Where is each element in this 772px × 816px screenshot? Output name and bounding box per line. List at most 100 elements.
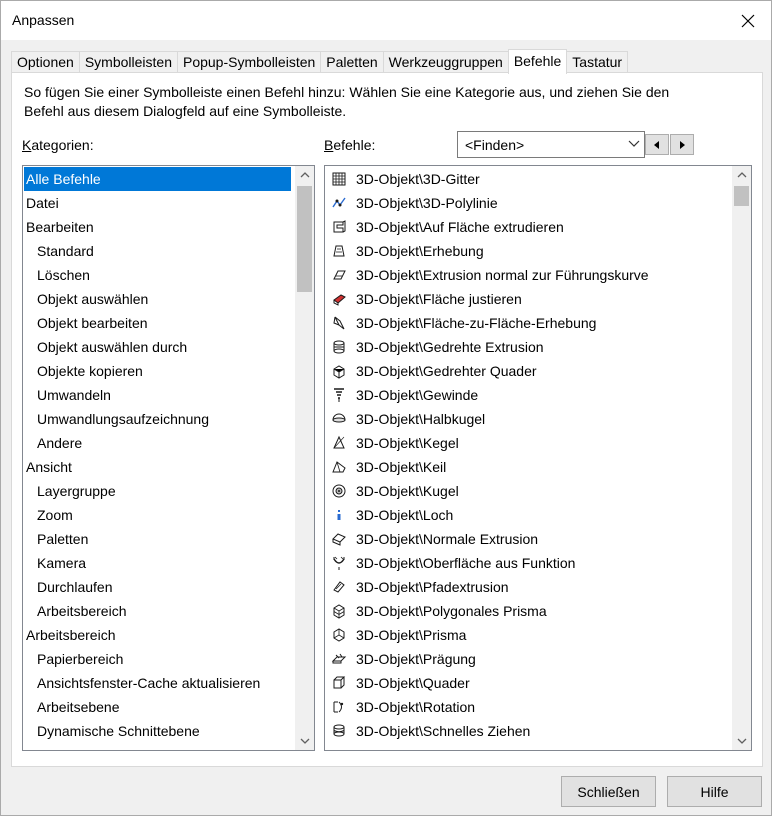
close-window-button[interactable] [725,1,771,40]
category-item[interactable]: Alle Befehle [24,167,291,191]
tab-1[interactable]: Symbolleisten [78,51,178,73]
command-item[interactable]: 3D-Objekt\Keil [326,455,726,479]
command-item[interactable]: 3D-Objekt\Schale [326,743,726,750]
tab-5[interactable]: Befehle [507,49,568,74]
commands-scrollbar[interactable] [732,166,751,750]
command-item[interactable]: 3D-Objekt\Oberfläche aus Funktion [326,551,726,575]
chevron-up-icon [300,172,309,178]
category-item[interactable]: Druck [24,743,291,750]
command-label: 3D-Objekt\Gedrehte Extrusion [356,339,544,355]
command-item[interactable]: 3D-Objekt\Gedrehte Extrusion [326,335,726,359]
cone-icon [333,435,345,449]
command-item[interactable]: 3D-Objekt\Fläche justieren [326,287,726,311]
command-label: 3D-Objekt\Fläche-zu-Fläche-Erhebung [356,315,597,331]
command-item[interactable]: 3D-Objekt\Kugel [326,479,726,503]
category-item[interactable]: Bearbeiten [24,215,291,239]
category-item[interactable]: Löschen [24,263,291,287]
category-item[interactable]: Arbeitsbereich [24,623,291,647]
command-item[interactable]: 3D-Objekt\Schnelles Ziehen [326,719,726,743]
close-icon [741,14,755,27]
tab-4[interactable]: Werkzeuggruppen [382,51,509,73]
command-label: 3D-Objekt\Loch [356,507,454,523]
command-label: 3D-Objekt\Gewinde [356,387,479,403]
adjust-face-icon [333,294,346,306]
command-item[interactable]: 3D-Objekt\Kegel [326,431,726,455]
command-item[interactable]: 3D-Objekt\Auf Fläche extrudieren [326,215,726,239]
category-item[interactable]: Arbeitsbereich [24,599,291,623]
category-item[interactable]: Datei [24,191,291,215]
category-item[interactable]: Objekt bearbeiten [24,311,291,335]
category-item[interactable]: Paletten [24,527,291,551]
title-bar: Anpassen [1,1,771,40]
command-label: 3D-Objekt\Pfadextrusion [356,579,509,595]
command-item[interactable]: 3D-Objekt\3D-Gitter [326,167,726,191]
command-item[interactable]: 3D-Objekt\Rotation [326,695,726,719]
find-next-button[interactable] [670,134,694,155]
category-item[interactable]: Papierbereich [24,647,291,671]
find-dropdown[interactable]: <Finden> [457,131,645,158]
category-item[interactable]: Zoom [24,503,291,527]
extrude-normal-icon [333,270,346,280]
tab-2[interactable]: Popup-Symbolleisten [176,51,322,73]
category-item[interactable]: Dynamische Schnittebene [24,719,291,743]
category-item[interactable]: Objekte kopieren [24,359,291,383]
scroll-up-button[interactable] [732,166,751,183]
category-item[interactable]: Ansichtsfenster-Cache aktualisieren [24,671,291,695]
command-item[interactable]: 3D-Objekt\Gewinde [326,383,726,407]
command-label: 3D-Objekt\Prägung [356,651,476,667]
category-item[interactable]: Umwandeln [24,383,291,407]
scroll-down-button[interactable] [295,733,314,750]
command-item[interactable]: 3D-Objekt\Halbkugel [326,407,726,431]
category-item[interactable]: Objekt auswählen [24,287,291,311]
command-item[interactable]: 3D-Objekt\Polygonales Prisma [326,599,726,623]
command-item[interactable]: 3D-Objekt\Erhebung [326,239,726,263]
face-loft-icon [333,316,345,330]
close-button[interactable]: Schließen [561,776,656,807]
help-button[interactable]: Hilfe [667,776,762,807]
label-rest: efehle: [333,137,376,153]
category-item[interactable]: Durchlaufen [24,575,291,599]
categories-scrollbar[interactable] [295,166,314,750]
command-item[interactable]: 3D-Objekt\Fläche-zu-Fläche-Erhebung [326,311,726,335]
chevron-down-icon [300,738,309,744]
scroll-thumb[interactable] [297,186,312,292]
scroll-thumb[interactable] [734,186,749,206]
command-item[interactable]: 3D-Objekt\Prägung [326,647,726,671]
command-item[interactable]: 3D-Objekt\Quader [326,671,726,695]
command-item[interactable]: 3D-Objekt\Normale Extrusion [326,527,726,551]
category-item[interactable]: Andere [24,431,291,455]
category-item[interactable]: Kamera [24,551,291,575]
label-rest: ategorien: [31,137,94,153]
categories-list[interactable]: DruckDynamische SchnittebeneArbeitsebene… [22,165,315,751]
command-item[interactable]: 3D-Objekt\Pfadextrusion [326,575,726,599]
tab-0[interactable]: Optionen [11,51,80,73]
extrude-icon [332,533,346,546]
command-label: 3D-Objekt\Oberfläche aus Funktion [356,555,576,571]
command-item[interactable]: 3D-Objekt\Extrusion normal zur Führungsk… [326,263,726,287]
box-icon [333,676,346,689]
command-item[interactable]: 3D-Objekt\Prisma [326,623,726,647]
commands-list[interactable]: 3D-Objekt\Schale 3D-Objekt\Schnelles Zieh… [324,165,752,751]
polygon-prism-icon [333,604,345,619]
find-previous-button[interactable] [645,134,669,155]
tab-3[interactable]: Paletten [320,51,384,73]
category-item[interactable]: Layergruppe [24,479,291,503]
command-label: 3D-Objekt\Gedrehter Quader [356,363,537,379]
category-item[interactable]: Arbeitsebene [24,695,291,719]
category-item[interactable]: Objekt auswählen durch [24,335,291,359]
command-item[interactable]: 3D-Objekt\Gedrehter Quader [326,359,726,383]
emboss-icon [331,653,347,664]
wedge-icon [332,461,346,473]
tab-6[interactable]: Tastatur [566,51,629,73]
scroll-down-button[interactable] [732,733,751,750]
scroll-up-button[interactable] [295,166,314,183]
mnemonic-char: K [22,137,32,153]
command-item[interactable]: 3D-Objekt\Loch [326,503,726,527]
twisted-extrude-icon [333,340,345,354]
category-item[interactable]: Standard [24,239,291,263]
command-label: 3D-Objekt\Schnelles Ziehen [356,723,531,739]
command-item[interactable]: 3D-Objekt\3D-Polylinie [326,191,726,215]
command-label: 3D-Objekt\Extrusion normal zur Führungsk… [356,267,649,283]
category-item[interactable]: Ansicht [24,455,291,479]
category-item[interactable]: Umwandlungsaufzeichnung [24,407,291,431]
